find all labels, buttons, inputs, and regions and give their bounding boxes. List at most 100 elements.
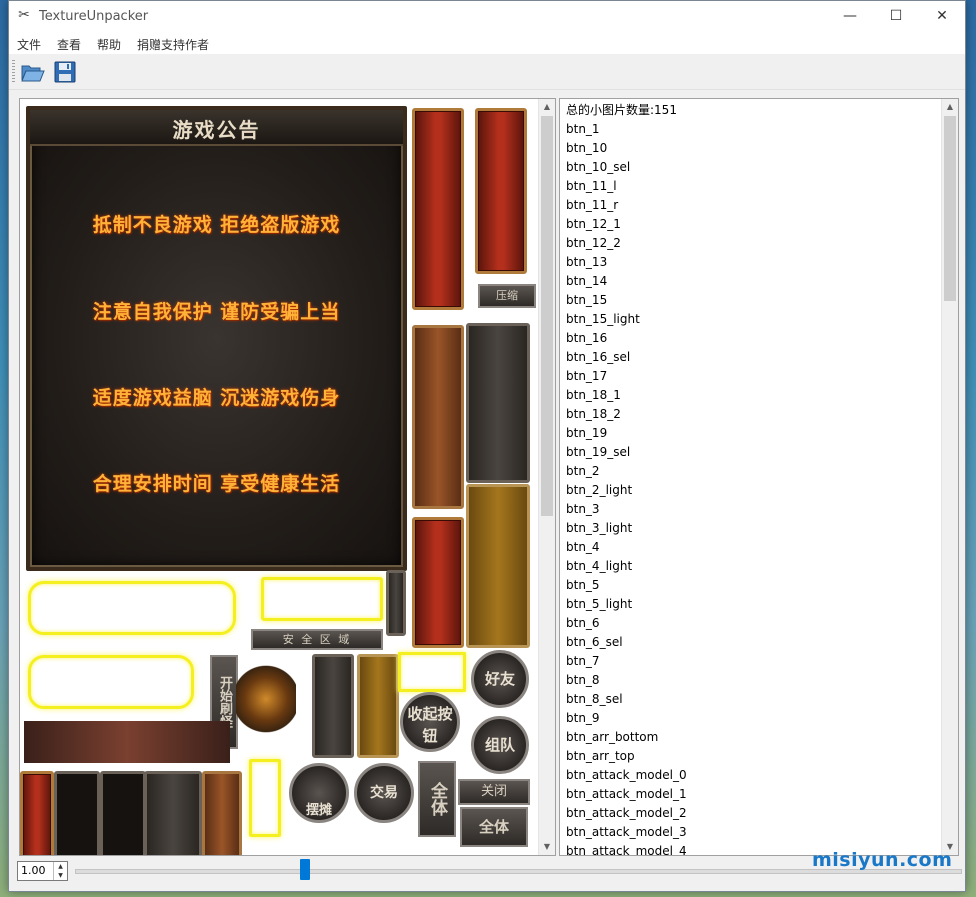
scroll-down-icon[interactable]: ▼ (539, 839, 555, 855)
red-tall-button-sprite (412, 108, 464, 310)
trade-round-sprite: 交易 (354, 763, 414, 823)
list-item[interactable]: btn_10 (566, 139, 607, 158)
list-item[interactable]: btn_6_sel (566, 633, 623, 652)
watermark: misiyun.com (812, 849, 953, 871)
zoom-spinbox[interactable]: 1.00 ▲ ▼ (17, 861, 68, 881)
maximize-button[interactable]: ☐ (873, 1, 919, 31)
list-vertical-scrollbar[interactable]: ▲ ▼ (941, 99, 958, 855)
list-item[interactable]: btn_2 (566, 462, 600, 481)
list-item[interactable]: btn_4_light (566, 557, 632, 576)
menu-bar: 文件 查看 帮助 捐赠支持作者 (9, 31, 965, 54)
list-item[interactable]: btn_4 (566, 538, 600, 557)
minimize-button[interactable]: — (827, 1, 873, 31)
list-item[interactable]: btn_13 (566, 253, 607, 272)
sprite-name-list[interactable]: 总的小图片数量:151 btn_1 btn_10 btn_10_sel btn_11_l… (559, 98, 959, 856)
list-item[interactable]: btn_6 (566, 614, 600, 633)
zoom-slider-thumb[interactable] (300, 859, 311, 880)
menu-view[interactable]: 查看 (57, 36, 81, 53)
list-item[interactable]: btn_19_sel (566, 443, 630, 462)
dark-panel-sprite (144, 771, 202, 855)
spin-up-icon[interactable]: ▲ (54, 862, 67, 871)
list-item[interactable]: btn_8 (566, 671, 600, 690)
all-tag-sprite: 全体 (460, 807, 528, 847)
group-round-sprite: 组队 (471, 716, 529, 774)
gold-tall-sprite (357, 654, 399, 758)
emblem-sprite (236, 663, 296, 735)
toolbar-grip (12, 60, 15, 84)
stall-round-sprite: 摆摊 (289, 763, 349, 823)
dark-bar-sprite (386, 570, 406, 636)
list-item[interactable]: btn_14 (566, 272, 607, 291)
list-item[interactable]: btn_1 (566, 120, 600, 139)
notice-header: 游戏公告 (30, 110, 403, 146)
red-button-sprite (412, 517, 464, 648)
list-item[interactable]: btn_7 (566, 652, 600, 671)
list-item[interactable]: btn_18_1 (566, 386, 621, 405)
window-title: TextureUnpacker (39, 9, 149, 24)
list-item[interactable]: btn_11_l (566, 177, 617, 196)
list-item[interactable]: btn_15_light (566, 310, 640, 329)
toolbar (9, 55, 965, 90)
list-item[interactable]: btn_attack_model_0 (566, 766, 687, 785)
close-tag-sprite: 关闭 (458, 779, 530, 805)
list-item[interactable]: btn_15 (566, 291, 607, 310)
menu-help[interactable]: 帮助 (97, 36, 121, 53)
all-tag-sprite: 全体 (418, 761, 456, 837)
list-item[interactable]: btn_18_2 (566, 405, 621, 424)
menu-donate[interactable]: 捐赠支持作者 (137, 36, 209, 53)
brown-button-sprite (202, 771, 242, 855)
list-item[interactable]: btn_attack_model_2 (566, 804, 687, 823)
list-item[interactable]: btn_5 (566, 576, 600, 595)
list-item[interactable]: btn_11_r (566, 196, 618, 215)
scroll-up-icon[interactable]: ▲ (942, 99, 958, 115)
list-item[interactable]: btn_17 (566, 367, 607, 386)
dark-panel-sprite (466, 323, 530, 483)
safe-zone-sprite: 安 全 区 域 (251, 629, 383, 650)
list-item[interactable]: btn_12_1 (566, 215, 621, 234)
list-item[interactable]: btn_2_light (566, 481, 632, 500)
preview-vertical-scrollbar[interactable]: ▲ ▼ (538, 99, 555, 855)
list-item[interactable]: btn_3 (566, 500, 600, 519)
dark-tall-sprite (312, 654, 354, 758)
scroll-thumb[interactable] (541, 116, 553, 516)
notice-board-sprite: 游戏公告 抵制不良游戏 拒绝盗版游戏 注意自我保护 谨防受骗上当 适度游戏益脑 … (26, 106, 407, 571)
notice-line: 合理安排时间 享受健康生活 (92, 473, 341, 495)
notice-line: 适度游戏益脑 沉迷游戏伤身 (92, 387, 341, 409)
notice-line: 注意自我保护 谨防受骗上当 (92, 301, 341, 323)
list-item[interactable]: btn_attack_model_3 (566, 823, 687, 842)
list-item[interactable]: btn_arr_top (566, 747, 635, 766)
scroll-thumb[interactable] (944, 116, 956, 301)
list-item[interactable]: btn_attack_model_1 (566, 785, 687, 804)
list-item[interactable]: btn_12_2 (566, 234, 621, 253)
app-window: ✂ TextureUnpacker — ☐ ✕ 文件 查看 帮助 捐赠支持作者 (8, 0, 966, 892)
scissors-icon: ✂ (18, 7, 30, 23)
list-item[interactable]: btn_8_sel (566, 690, 623, 709)
yellow-glow-frame-sprite (249, 759, 281, 837)
texture-preview-canvas[interactable]: 游戏公告 抵制不良游戏 拒绝盗版游戏 注意自我保护 谨防受骗上当 适度游戏益脑 … (19, 98, 556, 856)
list-item[interactable]: btn_16 (566, 329, 607, 348)
yellow-glow-frame-sprite (398, 652, 466, 692)
zoom-value[interactable]: 1.00 (21, 864, 46, 877)
list-item[interactable]: btn_attack_model_4 (566, 842, 687, 855)
list-item[interactable]: btn_19 (566, 424, 607, 443)
title-bar[interactable]: ✂ TextureUnpacker — ☐ ✕ (9, 1, 965, 31)
black-panel-sprite (54, 771, 100, 855)
list-item[interactable]: btn_9 (566, 709, 600, 728)
list-item[interactable]: btn_16_sel (566, 348, 630, 367)
yellow-glow-frame-sprite (261, 577, 383, 621)
brown-bar-sprite (24, 721, 230, 763)
list-item[interactable]: btn_5_light (566, 595, 632, 614)
list-header: 总的小图片数量:151 (566, 103, 677, 117)
list-item[interactable]: btn_arr_bottom (566, 728, 658, 747)
notice-title: 游戏公告 (172, 118, 261, 142)
black-panel-sprite (100, 771, 146, 855)
yellow-glow-frame-sprite (28, 581, 236, 635)
close-button[interactable]: ✕ (919, 1, 965, 31)
list-item[interactable]: btn_10_sel (566, 158, 630, 177)
menu-file[interactable]: 文件 (17, 36, 41, 53)
scroll-up-icon[interactable]: ▲ (539, 99, 555, 115)
list-item[interactable]: btn_3_light (566, 519, 632, 538)
spin-down-icon[interactable]: ▼ (54, 871, 67, 880)
folder-open-icon[interactable] (20, 59, 46, 85)
floppy-save-icon[interactable] (52, 59, 78, 85)
